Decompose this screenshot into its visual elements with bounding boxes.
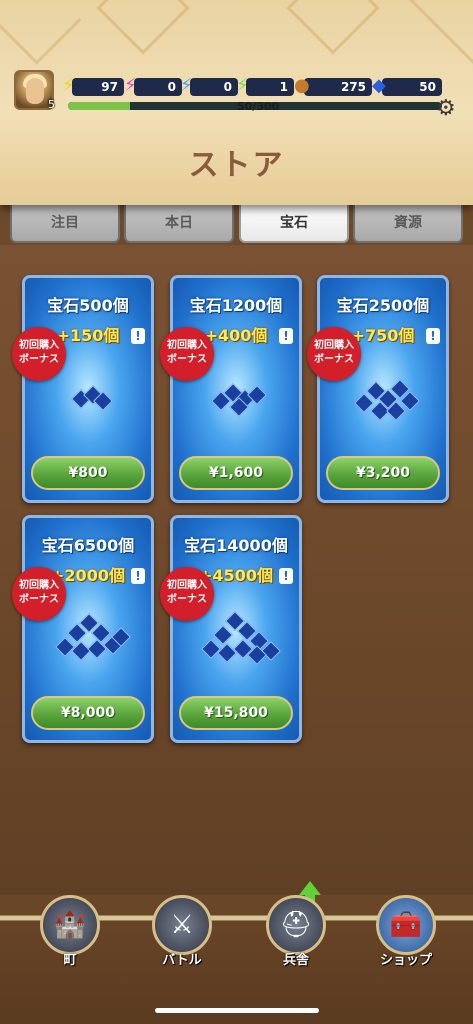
- buy-button[interactable]: ¥800: [31, 456, 145, 490]
- nav-battle[interactable]: ⚔ バトル: [142, 895, 222, 975]
- first-purchase-bonus-badge: 初回購入 ボーナス: [307, 327, 361, 381]
- stat-energy-green[interactable]: ⚡ 1: [236, 75, 294, 96]
- store-header: 5 ⚡ 97 ⚡ 0 ⚡ 0 ⚡ 1 ● 275 ◆ 50 50/300 ⚙ ス…: [0, 0, 473, 205]
- info-icon[interactable]: !: [279, 568, 293, 584]
- store-content: 宝石500個 +150個 ! ¥800 宝石1200個 +400個 ! ¥1,6…: [0, 245, 473, 895]
- settings-gear-icon[interactable]: ⚙: [436, 96, 456, 121]
- decoration: [286, 0, 380, 55]
- tab-today[interactable]: 本日: [124, 205, 234, 243]
- player-avatar[interactable]: 5: [14, 70, 55, 111]
- stat-energy-yellow[interactable]: ⚡ 97: [62, 75, 124, 96]
- page-title: ストア: [188, 148, 285, 183]
- castle-icon: 🏰: [40, 895, 100, 955]
- store-tabs: 注目 本日 宝石 資源: [10, 205, 463, 245]
- player-level: 5: [48, 98, 55, 111]
- nav-town[interactable]: 🏰 町: [30, 895, 110, 975]
- gem-pack-card[interactable]: 宝石14000個 +4500個 ! ¥15,800: [170, 515, 302, 743]
- first-purchase-bonus-badge: 初回購入 ボーナス: [12, 567, 66, 621]
- first-purchase-bonus-badge: 初回購入 ボーナス: [12, 327, 66, 381]
- pack-name: 宝石1200個: [189, 296, 283, 315]
- gem-pack-card[interactable]: 宝石6500個 +2000個 ! ¥8,000: [22, 515, 154, 743]
- stat-gems[interactable]: ◆ 50: [372, 75, 442, 96]
- energy-blue-icon: ⚡: [180, 75, 193, 96]
- first-purchase-bonus-badge: 初回購入 ボーナス: [160, 567, 214, 621]
- info-icon[interactable]: !: [279, 328, 293, 344]
- helmet-icon: ⛑: [266, 895, 326, 955]
- pack-name: 宝石500個: [47, 296, 129, 315]
- nav-barracks[interactable]: ⛑ 兵舎: [256, 881, 336, 975]
- energy-yellow-icon: ⚡: [62, 75, 75, 96]
- upgrade-arrow-icon: [299, 881, 321, 895]
- buy-button[interactable]: ¥3,200: [326, 456, 440, 490]
- info-icon[interactable]: !: [131, 328, 145, 344]
- gem-pack-card[interactable]: 宝石1200個 +400個 ! ¥1,600: [170, 275, 302, 503]
- crossed-swords-icon: ⚔: [152, 895, 212, 955]
- xp-text: 50/300: [237, 100, 280, 113]
- gem-pack-card[interactable]: 宝石2500個 +750個 ! ¥3,200: [317, 275, 449, 503]
- home-indicator[interactable]: [155, 1008, 319, 1013]
- nav-shop[interactable]: 🧰 ショップ: [366, 895, 446, 975]
- pack-name: 宝石14000個: [184, 536, 288, 555]
- tab-resources[interactable]: 資源: [353, 205, 463, 243]
- energy-pink-icon: ⚡: [124, 75, 137, 96]
- buy-button[interactable]: ¥15,800: [179, 696, 293, 730]
- first-purchase-bonus-badge: 初回購入 ボーナス: [160, 327, 214, 381]
- xp-bar-fill: [68, 102, 131, 110]
- treasure-chest-icon: 🧰: [376, 895, 436, 955]
- coin-icon: ●: [294, 75, 310, 96]
- stat-energy-blue[interactable]: ⚡ 0: [180, 75, 238, 96]
- decoration: [96, 0, 190, 55]
- gem-icon: ◆: [372, 75, 386, 96]
- buy-button[interactable]: ¥1,600: [179, 456, 293, 490]
- player-hud: 5 ⚡ 97 ⚡ 0 ⚡ 0 ⚡ 1 ● 275 ◆ 50 50/300 ⚙: [12, 70, 462, 121]
- tab-featured[interactable]: 注目: [10, 205, 120, 243]
- buy-button[interactable]: ¥8,000: [31, 696, 145, 730]
- info-icon[interactable]: !: [131, 568, 145, 584]
- pack-name: 宝石6500個: [41, 536, 135, 555]
- pack-name: 宝石2500個: [336, 296, 430, 315]
- stat-energy-pink[interactable]: ⚡ 0: [124, 75, 182, 96]
- energy-green-icon: ⚡: [236, 75, 249, 96]
- bottom-navigation: 🏰 町 ⚔ バトル ⛑ 兵舎 🧰 ショップ: [0, 881, 473, 1024]
- gem-pack-card[interactable]: 宝石500個 +150個 ! ¥800: [22, 275, 154, 503]
- stat-coins[interactable]: ● 275: [294, 75, 372, 96]
- info-icon[interactable]: !: [426, 328, 440, 344]
- tab-gems[interactable]: 宝石: [239, 205, 349, 243]
